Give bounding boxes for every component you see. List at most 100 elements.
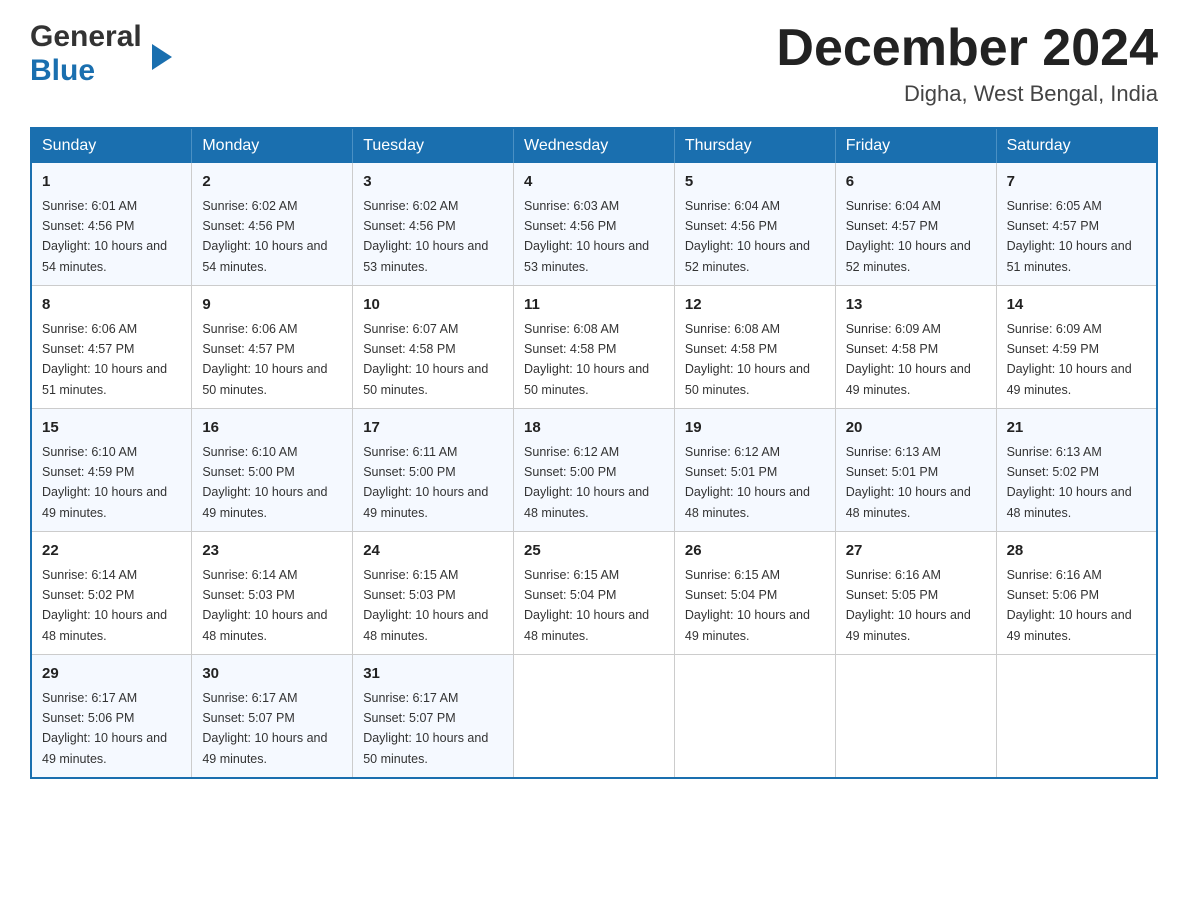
calendar-day-cell: 23 Sunrise: 6:14 AMSunset: 5:03 PMDaylig…: [192, 532, 353, 655]
day-info: Sunrise: 6:09 AMSunset: 4:59 PMDaylight:…: [1007, 322, 1132, 397]
calendar-day-cell: 17 Sunrise: 6:11 AMSunset: 5:00 PMDaylig…: [353, 409, 514, 532]
calendar-day-cell: [674, 655, 835, 779]
calendar-day-cell: 9 Sunrise: 6:06 AMSunset: 4:57 PMDayligh…: [192, 286, 353, 409]
calendar-day-cell: 27 Sunrise: 6:16 AMSunset: 5:05 PMDaylig…: [835, 532, 996, 655]
day-info: Sunrise: 6:04 AMSunset: 4:57 PMDaylight:…: [846, 199, 971, 274]
day-number: 25: [524, 540, 664, 563]
calendar-day-header: Saturday: [996, 128, 1157, 163]
day-number: 30: [202, 663, 342, 686]
day-number: 28: [1007, 540, 1146, 563]
day-number: 24: [363, 540, 503, 563]
day-info: Sunrise: 6:03 AMSunset: 4:56 PMDaylight:…: [524, 199, 649, 274]
day-number: 26: [685, 540, 825, 563]
calendar-week-row: 29 Sunrise: 6:17 AMSunset: 5:06 PMDaylig…: [31, 655, 1157, 779]
calendar-day-cell: 24 Sunrise: 6:15 AMSunset: 5:03 PMDaylig…: [353, 532, 514, 655]
day-info: Sunrise: 6:14 AMSunset: 5:02 PMDaylight:…: [42, 568, 167, 643]
day-info: Sunrise: 6:13 AMSunset: 5:02 PMDaylight:…: [1007, 445, 1132, 520]
month-title: December 2024: [776, 20, 1158, 77]
day-info: Sunrise: 6:15 AMSunset: 5:04 PMDaylight:…: [685, 568, 810, 643]
day-number: 19: [685, 417, 825, 440]
day-number: 23: [202, 540, 342, 563]
day-info: Sunrise: 6:16 AMSunset: 5:06 PMDaylight:…: [1007, 568, 1132, 643]
day-number: 22: [42, 540, 181, 563]
calendar-day-cell: 21 Sunrise: 6:13 AMSunset: 5:02 PMDaylig…: [996, 409, 1157, 532]
calendar-day-cell: 13 Sunrise: 6:09 AMSunset: 4:58 PMDaylig…: [835, 286, 996, 409]
day-info: Sunrise: 6:04 AMSunset: 4:56 PMDaylight:…: [685, 199, 810, 274]
day-number: 29: [42, 663, 181, 686]
day-number: 6: [846, 171, 986, 194]
calendar-day-header: Thursday: [674, 128, 835, 163]
calendar-day-cell: 3 Sunrise: 6:02 AMSunset: 4:56 PMDayligh…: [353, 163, 514, 286]
day-info: Sunrise: 6:16 AMSunset: 5:05 PMDaylight:…: [846, 568, 971, 643]
day-info: Sunrise: 6:12 AMSunset: 5:01 PMDaylight:…: [685, 445, 810, 520]
calendar-day-header: Monday: [192, 128, 353, 163]
calendar-day-cell: 8 Sunrise: 6:06 AMSunset: 4:57 PMDayligh…: [31, 286, 192, 409]
day-number: 13: [846, 294, 986, 317]
day-info: Sunrise: 6:06 AMSunset: 4:57 PMDaylight:…: [42, 322, 167, 397]
logo: General Blue: [30, 20, 152, 88]
day-info: Sunrise: 6:10 AMSunset: 5:00 PMDaylight:…: [202, 445, 327, 520]
calendar-day-cell: 2 Sunrise: 6:02 AMSunset: 4:56 PMDayligh…: [192, 163, 353, 286]
calendar-day-cell: 19 Sunrise: 6:12 AMSunset: 5:01 PMDaylig…: [674, 409, 835, 532]
day-info: Sunrise: 6:08 AMSunset: 4:58 PMDaylight:…: [524, 322, 649, 397]
calendar-day-cell: 15 Sunrise: 6:10 AMSunset: 4:59 PMDaylig…: [31, 409, 192, 532]
location-title: Digha, West Bengal, India: [776, 81, 1158, 107]
logo-general-text: General: [30, 20, 142, 54]
day-info: Sunrise: 6:12 AMSunset: 5:00 PMDaylight:…: [524, 445, 649, 520]
calendar-day-header: Tuesday: [353, 128, 514, 163]
calendar-day-cell: 14 Sunrise: 6:09 AMSunset: 4:59 PMDaylig…: [996, 286, 1157, 409]
day-number: 16: [202, 417, 342, 440]
day-number: 11: [524, 294, 664, 317]
calendar-day-cell: 30 Sunrise: 6:17 AMSunset: 5:07 PMDaylig…: [192, 655, 353, 779]
calendar-day-cell: 31 Sunrise: 6:17 AMSunset: 5:07 PMDaylig…: [353, 655, 514, 779]
day-number: 10: [363, 294, 503, 317]
day-number: 4: [524, 171, 664, 194]
day-info: Sunrise: 6:02 AMSunset: 4:56 PMDaylight:…: [202, 199, 327, 274]
calendar-day-cell: 25 Sunrise: 6:15 AMSunset: 5:04 PMDaylig…: [514, 532, 675, 655]
day-number: 1: [42, 171, 181, 194]
calendar-day-cell: 5 Sunrise: 6:04 AMSunset: 4:56 PMDayligh…: [674, 163, 835, 286]
day-number: 2: [202, 171, 342, 194]
day-number: 12: [685, 294, 825, 317]
calendar-week-row: 22 Sunrise: 6:14 AMSunset: 5:02 PMDaylig…: [31, 532, 1157, 655]
logo-blue-text: Blue: [30, 54, 95, 88]
calendar-day-cell: 22 Sunrise: 6:14 AMSunset: 5:02 PMDaylig…: [31, 532, 192, 655]
calendar-day-cell: 6 Sunrise: 6:04 AMSunset: 4:57 PMDayligh…: [835, 163, 996, 286]
day-info: Sunrise: 6:09 AMSunset: 4:58 PMDaylight:…: [846, 322, 971, 397]
calendar-day-cell: 28 Sunrise: 6:16 AMSunset: 5:06 PMDaylig…: [996, 532, 1157, 655]
calendar-day-header: Friday: [835, 128, 996, 163]
calendar-day-cell: 29 Sunrise: 6:17 AMSunset: 5:06 PMDaylig…: [31, 655, 192, 779]
day-info: Sunrise: 6:15 AMSunset: 5:03 PMDaylight:…: [363, 568, 488, 643]
calendar-day-cell: 1 Sunrise: 6:01 AMSunset: 4:56 PMDayligh…: [31, 163, 192, 286]
day-info: Sunrise: 6:02 AMSunset: 4:56 PMDaylight:…: [363, 199, 488, 274]
calendar-day-cell: 10 Sunrise: 6:07 AMSunset: 4:58 PMDaylig…: [353, 286, 514, 409]
day-number: 9: [202, 294, 342, 317]
calendar-day-cell: 18 Sunrise: 6:12 AMSunset: 5:00 PMDaylig…: [514, 409, 675, 532]
day-number: 14: [1007, 294, 1146, 317]
title-block: December 2024 Digha, West Bengal, India: [776, 20, 1158, 107]
day-number: 27: [846, 540, 986, 563]
day-number: 8: [42, 294, 181, 317]
calendar-day-cell: [835, 655, 996, 779]
day-info: Sunrise: 6:15 AMSunset: 5:04 PMDaylight:…: [524, 568, 649, 643]
calendar-day-cell: 20 Sunrise: 6:13 AMSunset: 5:01 PMDaylig…: [835, 409, 996, 532]
calendar-day-cell: 16 Sunrise: 6:10 AMSunset: 5:00 PMDaylig…: [192, 409, 353, 532]
day-number: 5: [685, 171, 825, 194]
calendar-day-cell: 7 Sunrise: 6:05 AMSunset: 4:57 PMDayligh…: [996, 163, 1157, 286]
day-info: Sunrise: 6:11 AMSunset: 5:00 PMDaylight:…: [363, 445, 488, 520]
page-header: General Blue December 2024 Digha, West B…: [30, 20, 1158, 107]
day-info: Sunrise: 6:01 AMSunset: 4:56 PMDaylight:…: [42, 199, 167, 274]
calendar-day-cell: 12 Sunrise: 6:08 AMSunset: 4:58 PMDaylig…: [674, 286, 835, 409]
day-info: Sunrise: 6:07 AMSunset: 4:58 PMDaylight:…: [363, 322, 488, 397]
day-number: 31: [363, 663, 503, 686]
day-info: Sunrise: 6:06 AMSunset: 4:57 PMDaylight:…: [202, 322, 327, 397]
calendar-day-cell: [996, 655, 1157, 779]
calendar-day-header: Wednesday: [514, 128, 675, 163]
calendar-week-row: 1 Sunrise: 6:01 AMSunset: 4:56 PMDayligh…: [31, 163, 1157, 286]
day-info: Sunrise: 6:17 AMSunset: 5:07 PMDaylight:…: [363, 691, 488, 766]
day-number: 3: [363, 171, 503, 194]
calendar-header-row: SundayMondayTuesdayWednesdayThursdayFrid…: [31, 128, 1157, 163]
day-number: 18: [524, 417, 664, 440]
calendar-day-cell: 4 Sunrise: 6:03 AMSunset: 4:56 PMDayligh…: [514, 163, 675, 286]
day-number: 7: [1007, 171, 1146, 194]
